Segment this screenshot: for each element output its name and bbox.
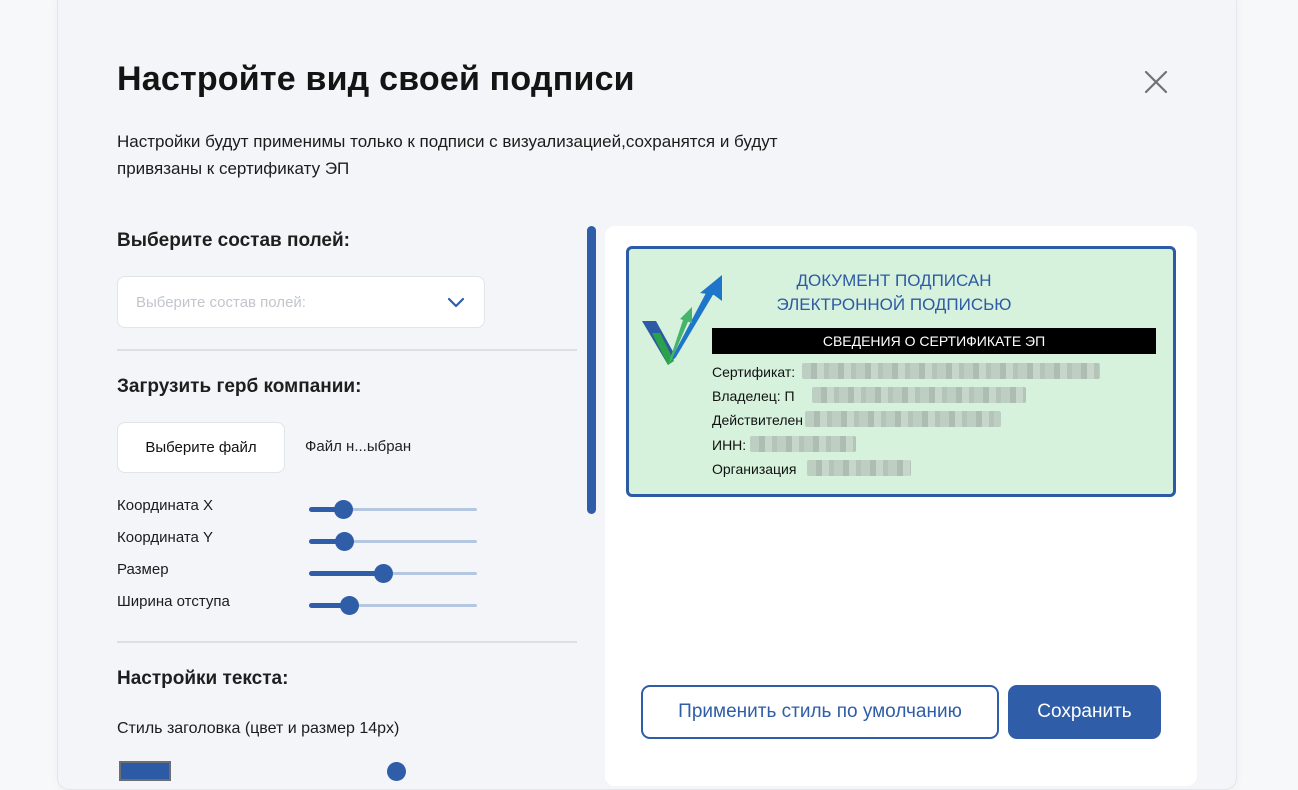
slider-size[interactable]	[309, 564, 477, 583]
slider-label-size: Размер	[117, 561, 169, 578]
redacted-value	[802, 363, 1100, 379]
redacted-value	[805, 411, 1001, 427]
slider-y[interactable]	[309, 532, 477, 551]
stamp-title-line-2: ЭЛЕКТРОННОЙ ПОДПИСЬЮ	[776, 295, 1012, 314]
stamp-inn-label: ИНН:	[712, 437, 747, 453]
redacted-value	[750, 436, 856, 452]
choose-file-button[interactable]: Выберите файл	[117, 422, 285, 473]
redacted-value	[812, 387, 1026, 403]
description-line-2: привязаны к сертификату ЭП	[117, 159, 350, 178]
save-button[interactable]: Сохранить	[1008, 685, 1161, 739]
slider-knob[interactable]	[335, 532, 355, 551]
stamp-certificate-label: Сертификат:	[712, 364, 796, 380]
slider-label-x: Координата X	[117, 497, 214, 514]
stamp-certificate-bar: СВЕДЕНИЯ О СЕРТИФИКАТЕ ЭП	[712, 328, 1156, 354]
stamp-owner-label: Владелец: П	[712, 388, 795, 404]
slider-label-y: Координата Y	[117, 529, 214, 546]
slider-padding[interactable]	[309, 596, 477, 615]
fields-heading: Выберите состав полей:	[117, 230, 351, 251]
slider-knob[interactable]	[373, 564, 393, 583]
fields-select[interactable]: Выберите состав полей:	[117, 276, 485, 328]
font-size-slider-knob[interactable]	[387, 762, 406, 781]
heading-style-label: Стиль заголовка (цвет и размер 14px)	[117, 720, 400, 737]
divider	[117, 641, 577, 643]
slider-x[interactable]	[309, 500, 477, 519]
file-status: Файл н...ыбран	[305, 438, 412, 455]
text-settings-heading: Настройки текста:	[117, 668, 289, 689]
stamp-valid-label: Действителен	[712, 412, 804, 428]
stamp-org-label: Организация	[712, 461, 797, 477]
color-picker[interactable]	[119, 761, 171, 781]
fields-select-placeholder: Выберите состав полей:	[136, 294, 306, 311]
stamp-title-line-1: ДОКУМЕНТ ПОДПИСАН	[796, 271, 992, 290]
chevron-down-icon	[447, 297, 465, 308]
close-icon	[1144, 70, 1168, 94]
stamp-title: ДОКУМЕНТ ПОДПИСАН ЭЛЕКТРОННОЙ ПОДПИСЬЮ	[754, 269, 1034, 317]
slider-knob[interactable]	[333, 500, 353, 519]
redacted-value	[807, 460, 911, 476]
slider-knob[interactable]	[340, 596, 360, 615]
apply-default-style-button[interactable]: Применить стиль по умолчанию	[641, 685, 999, 739]
coat-heading: Загрузить герб компании:	[117, 376, 362, 397]
slider-fill	[309, 571, 383, 576]
slider-label-padding: Ширина отступа	[117, 593, 230, 610]
signature-stamp: ДОКУМЕНТ ПОДПИСАН ЭЛЕКТРОННОЙ ПОДПИСЬЮ С…	[626, 246, 1176, 497]
modal-description: Настройки будут применимы только к подпи…	[117, 128, 877, 182]
scrollbar[interactable]	[587, 226, 596, 514]
description-line-1: Настройки будут применимы только к подпи…	[117, 132, 778, 151]
close-button[interactable]	[1138, 64, 1174, 100]
page-title: Настройте вид своей подписи	[117, 60, 635, 98]
divider	[117, 349, 577, 351]
